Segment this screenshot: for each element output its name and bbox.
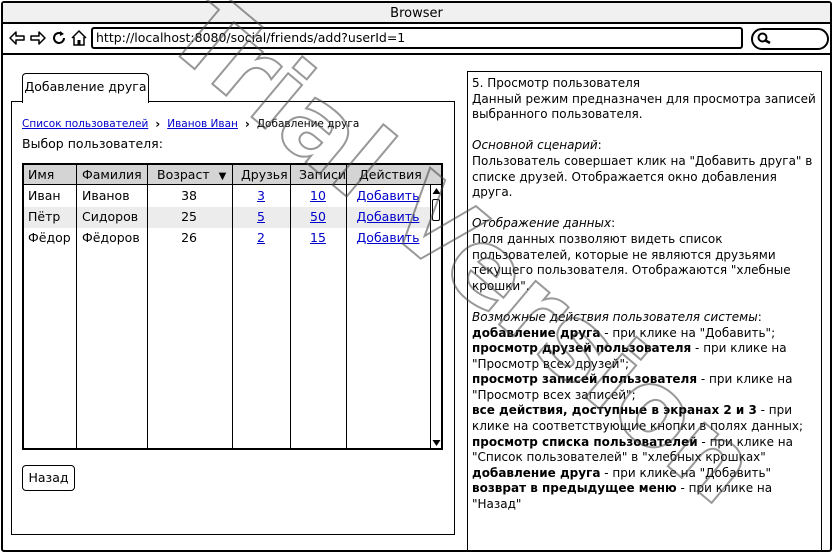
window-title: Browser (3, 3, 830, 24)
header-surname[interactable]: Фамилия (82, 165, 142, 185)
breadcrumb-user-link[interactable]: Иванов Иван (167, 118, 238, 130)
header-friends[interactable]: Друзья (241, 165, 288, 185)
search-icon (757, 32, 771, 45)
breadcrumb: Список пользователей › Иванов Иван › Доб… (22, 117, 359, 131)
header-age-label: Возраст (157, 167, 210, 182)
action-item: просмотр записей пользователя - при клик… (472, 372, 793, 402)
header-name[interactable]: Имя (28, 165, 54, 185)
scenario-heading: Основной сценарий (472, 138, 598, 153)
action-item: все действия, доступные в экранах 2 и 3 … (472, 403, 804, 434)
back-arrow-icon[interactable] (8, 28, 26, 48)
table-scrollbar[interactable] (430, 185, 441, 448)
cell-name: Фёдор (28, 230, 71, 245)
cell-age: 25 (181, 209, 197, 224)
forward-arrow-icon[interactable] (29, 28, 47, 48)
cell-surname: Фёдоров (82, 230, 140, 245)
display-text: Поля данных позволяют видеть список поль… (472, 231, 791, 293)
action-item: добавление друга - при клике на "Добавит… (472, 325, 776, 340)
action-item: просмотр друзей пользователя - при клике… (472, 341, 787, 371)
add-friend-link[interactable]: Добавить (346, 186, 430, 206)
search-box[interactable] (751, 28, 829, 50)
action-item: просмотр списка пользователей - при клик… (472, 434, 794, 465)
posts-count-link[interactable]: 10 (290, 186, 346, 206)
cell-age: 26 (181, 230, 197, 245)
sort-desc-icon: ▼ (218, 171, 227, 182)
cell-surname: Иванов (82, 188, 130, 203)
scroll-down-icon[interactable] (431, 437, 441, 448)
header-actions[interactable]: Действия (359, 165, 422, 185)
posts-count-link[interactable]: 15 (290, 228, 346, 248)
cell-surname: Сидоров (82, 209, 139, 224)
header-age[interactable]: Возраст ▼ (157, 165, 226, 185)
breadcrumb-current: Добавление друга (256, 118, 360, 130)
breadcrumb-users-link[interactable]: Список пользователей (22, 118, 148, 130)
cell-name: Пётр (28, 209, 61, 224)
chevron-right-icon: › (155, 117, 161, 131)
browser-navbar: http://localhost:8080/social/friends/add… (3, 24, 830, 55)
action-item: добавление друга - при клике на "Добавит… (472, 465, 772, 480)
chevron-right-icon: › (244, 117, 250, 131)
scroll-up-icon[interactable] (431, 185, 441, 196)
display-block: Отображение данных: (472, 216, 616, 231)
actions-block: Возможные действия пользователя системы: (472, 309, 762, 324)
scenario-block: Основной сценарий: (472, 138, 602, 153)
home-icon[interactable] (70, 28, 88, 48)
action-item: возврат в предыдущее меню - при клике на… (472, 481, 773, 512)
browser-window: Browser http://localhost:8080/social/fri… (1, 1, 832, 552)
cell-age: 38 (181, 188, 197, 203)
description-panel: 5. Просмотр пользователя Данный режим пр… (467, 71, 822, 551)
posts-count-link[interactable]: 50 (290, 207, 346, 227)
description-title: 5. Просмотр пользователя (472, 76, 640, 90)
users-table: Имя Фамилия Возраст ▼ Друзья Записи Дейс… (22, 163, 443, 450)
actions-heading: Возможные действия пользователя системы (472, 309, 758, 324)
friends-count-link[interactable]: 2 (232, 228, 290, 248)
tab-add-friend[interactable]: Добавление друга (22, 73, 149, 103)
select-user-label: Выбор пользователя: (22, 136, 163, 151)
friends-count-link[interactable]: 3 (232, 186, 290, 206)
header-posts[interactable]: Записи (299, 165, 346, 185)
display-heading: Отображение данных (472, 216, 612, 231)
scroll-thumb[interactable] (432, 199, 440, 221)
description-intro: Данный режим предназначен для просмотра … (472, 91, 816, 122)
scenario-text: Пользователь совершает клик на "Добавить… (472, 153, 813, 200)
page-content: Добавление друга Список пользователей › … (3, 57, 830, 551)
back-button[interactable]: Назад (22, 465, 75, 491)
add-friend-link[interactable]: Добавить (346, 228, 430, 248)
friends-count-link[interactable]: 5 (232, 207, 290, 227)
add-friend-link[interactable]: Добавить (346, 207, 430, 227)
url-input[interactable]: http://localhost:8080/social/friends/add… (91, 27, 743, 49)
refresh-icon[interactable] (50, 28, 68, 48)
cell-name: Иван (28, 188, 61, 203)
